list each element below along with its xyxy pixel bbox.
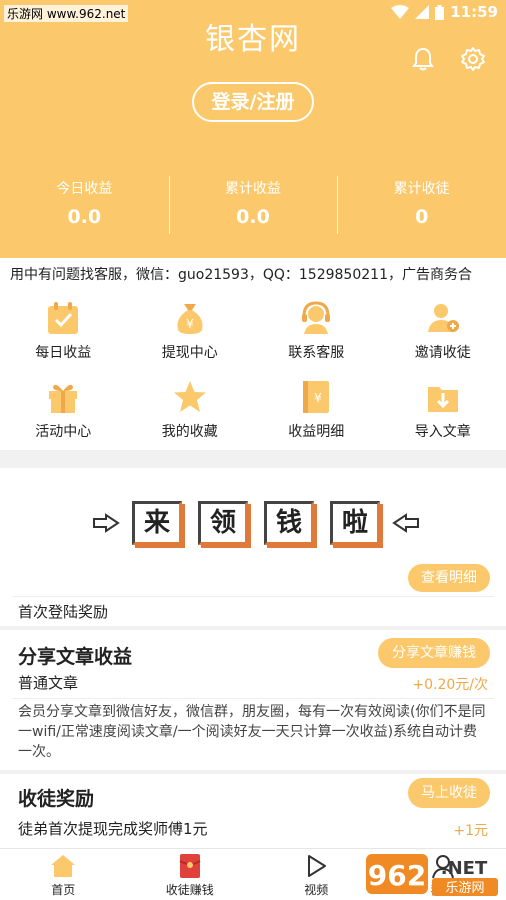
menu-activity-center[interactable]: 活动中心 (0, 371, 127, 445)
star-icon (173, 381, 206, 412)
tab-label: 收徒赚钱 (165, 883, 214, 897)
menu-label: 联系客服 (288, 345, 345, 361)
stat-label: 累计收益 (225, 181, 281, 197)
tab-earn-by-recruiting[interactable]: 收徒赚钱 (127, 849, 254, 900)
headset-icon (302, 301, 331, 334)
stat-total-earnings: 累计收益 0.0 (168, 170, 338, 236)
divider (12, 596, 494, 597)
site-logo-watermark: 962 .NET 乐游网 (366, 854, 498, 896)
earnings-stats: 今日收益 0.0 累计收益 0.0 累计收徒 0 (0, 170, 506, 236)
pointing-hand-right-icon (93, 513, 120, 533)
share-description: 会员分享文章到微信好友，微信群，朋友圈，每有一次有效阅读(你们不是同一wifi/… (18, 704, 486, 760)
banner-char: 领 (198, 501, 248, 545)
banner-char: 啦 (330, 501, 380, 545)
menu-my-favorites[interactable]: 我的收藏 (127, 371, 254, 445)
collect-money-banner[interactable]: 来 领 钱 啦 (92, 498, 420, 548)
view-details-button[interactable]: 查看明细 (408, 564, 490, 592)
stat-value: 0.0 (236, 206, 270, 228)
apprentice-subtitle: 徒弟首次提现完成奖师傅1元 (18, 820, 208, 838)
menu-earnings-detail[interactable]: ¥ 收益明细 (253, 371, 380, 445)
menu-label: 邀请收徒 (414, 345, 471, 361)
red-envelope-icon (179, 854, 201, 878)
banner-char: 来 (132, 501, 182, 545)
banner-char: 钱 (264, 501, 314, 545)
reward-banner-card: 来 领 钱 啦 查看明细 首次登陆奖励 (0, 468, 506, 626)
notice-text: 用中有问题找客服，微信：guo21593，QQ：1529850211，广告商务合 (10, 267, 472, 283)
ledger-icon: ¥ (303, 381, 330, 413)
menu-import-article[interactable]: 导入文章 (380, 371, 506, 445)
header: 乐游网 www.962.net 11:59 银杏网 登录/注册 今日收益 0.0… (0, 0, 506, 258)
bell-icon[interactable] (410, 46, 436, 72)
share-section-title: 分享文章收益 (18, 646, 133, 668)
stat-total-apprentices: 累计收徒 0 (337, 170, 506, 236)
menu-label: 每日收益 (35, 345, 92, 361)
apprentice-section-title: 收徒奖励 (18, 788, 95, 810)
stat-label: 今日收益 (56, 181, 113, 197)
share-article-card: 分享文章收益 分享文章赚钱 普通文章 +0.20元/次 会员分享文章到微信好友，… (0, 630, 506, 770)
stat-value: 0.0 (67, 206, 102, 228)
stat-label: 累计收徒 (393, 181, 450, 197)
first-login-reward-title: 首次登陆奖励 (18, 603, 109, 621)
menu-invite-apprentice[interactable]: 邀请收徒 (380, 292, 506, 366)
tab-label: 首页 (51, 883, 76, 897)
menu-label: 活动中心 (35, 424, 92, 440)
home-icon (51, 855, 76, 877)
watermark-cn: 乐游网 (445, 881, 484, 896)
share-reward: +0.20元/次 (412, 677, 488, 693)
notice-marquee: 用中有问题找客服，微信：guo21593，QQ：1529850211，广告商务合 (0, 258, 506, 292)
svg-text:¥: ¥ (314, 391, 322, 405)
svg-text:¥: ¥ (186, 317, 194, 331)
watermark-brand: 962 (368, 859, 426, 892)
tab-video[interactable]: 视频 (253, 849, 380, 900)
share-article-button[interactable]: 分享文章赚钱 (378, 638, 490, 668)
gift-icon (49, 384, 78, 413)
play-icon (308, 855, 327, 877)
import-folder-icon (427, 387, 458, 412)
money-bag-icon: ¥ (177, 304, 203, 334)
tab-home[interactable]: 首页 (0, 849, 127, 900)
menu-label: 导入文章 (414, 424, 471, 440)
stat-value: 0 (415, 206, 429, 228)
menu-customer-service[interactable]: 联系客服 (253, 292, 380, 366)
calendar-check-icon (48, 302, 79, 334)
apprentice-card: 收徒奖励 马上收徒 徒弟首次提现完成奖师傅1元 +1元 (0, 774, 506, 848)
share-subtitle: 普通文章 (18, 674, 79, 692)
menu-grid: 每日收益 ¥ 提现中心 联系客服 邀请收徒 活动中心 我的收藏 ¥ 收益明细 导… (0, 292, 506, 450)
menu-daily-earnings[interactable]: 每日收益 (0, 292, 127, 366)
stat-today-earnings: 今日收益 0.0 (0, 170, 169, 236)
login-register-button[interactable]: 登录/注册 (192, 82, 314, 122)
tab-label: 视频 (304, 883, 329, 897)
add-user-icon (427, 304, 459, 332)
gear-icon[interactable] (460, 46, 486, 72)
apprentice-reward: +1元 (453, 823, 488, 839)
menu-label: 我的收藏 (161, 424, 218, 440)
menu-label: 提现中心 (161, 345, 218, 361)
menu-withdraw-center[interactable]: ¥ 提现中心 (127, 292, 254, 366)
menu-label: 收益明细 (288, 424, 345, 440)
pointing-hand-left-icon (392, 513, 419, 533)
divider (12, 698, 494, 699)
watermark-suffix: .NET (441, 858, 488, 879)
recruit-now-button[interactable]: 马上收徒 (408, 778, 490, 808)
